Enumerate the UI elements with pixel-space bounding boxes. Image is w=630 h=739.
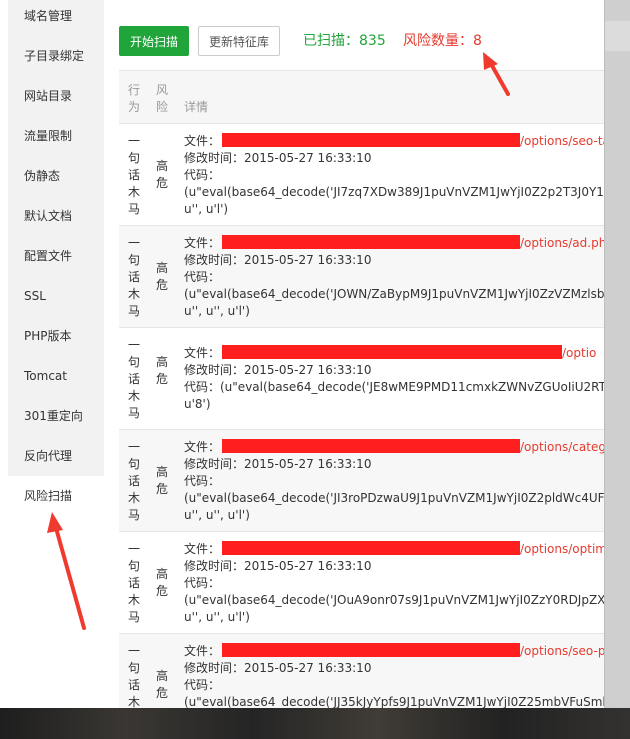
annotation-arrows xyxy=(47,52,510,630)
arrow-to-risk-scan-menu xyxy=(47,512,86,630)
arrow-to-risk-count xyxy=(483,52,510,96)
